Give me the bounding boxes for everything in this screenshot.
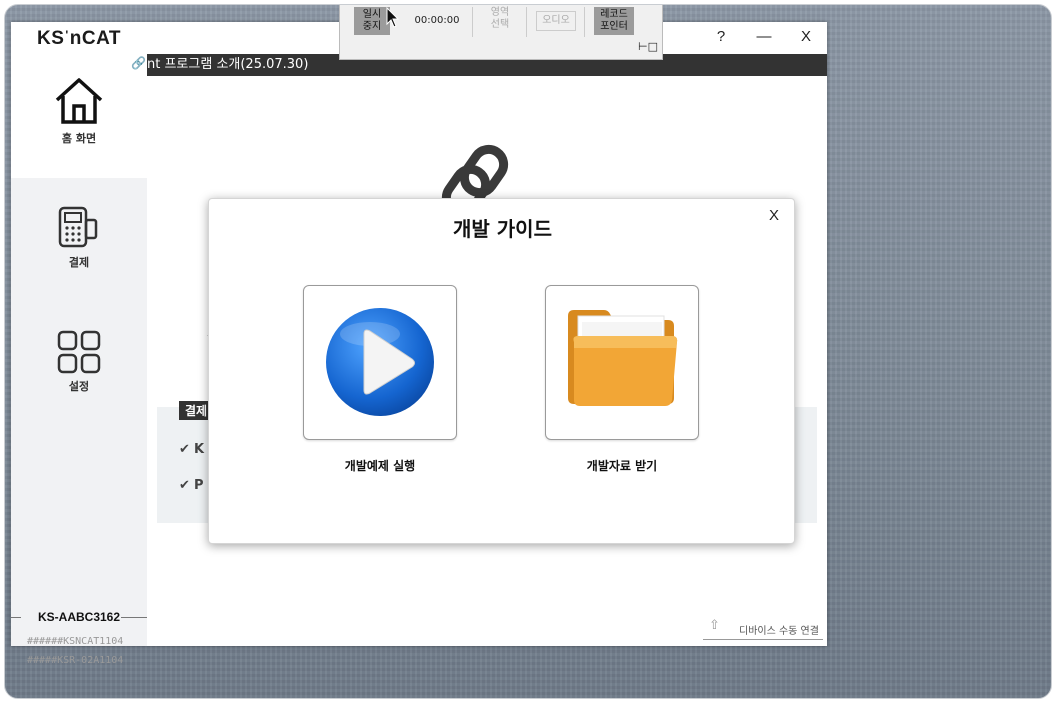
pause-label: 일시 중지 — [362, 9, 382, 32]
dialog-close-button[interactable]: X — [769, 207, 779, 224]
desktop-background: KS'nCAT ? — X 홈 화면 결제 설정 KS-AABC3162 ###… — [4, 4, 1052, 699]
run-example-label: 개발예제 실행 — [344, 459, 416, 473]
divider — [584, 7, 585, 37]
recorder-toolbar: 일시 중지 00:00:00 영역 선택 오디오 레코드 포인터 ⊢□ — [339, 5, 663, 60]
check-item: ✔ K — [179, 442, 205, 457]
download-resources-card[interactable] — [545, 285, 699, 440]
sidebar-item-settings[interactable]: 설정 — [11, 330, 147, 454]
sidebar-item-label: 결제 — [68, 256, 90, 269]
device-link-label: 디바이스 수동 연결 — [739, 626, 819, 637]
divider — [472, 7, 473, 37]
audio-button[interactable]: 오디오 — [536, 11, 576, 31]
run-example-card[interactable] — [303, 285, 457, 440]
device-manual-connect-link[interactable]: ⇧ 디바이스 수동 연결 — [703, 618, 823, 640]
recording-timer: 00:00:00 — [414, 15, 460, 26]
divider — [526, 7, 527, 37]
folder-icon — [568, 310, 678, 406]
sidebar-item-home[interactable]: 홈 화면 — [11, 54, 147, 178]
payment-terminal-icon — [58, 206, 98, 248]
sidebar-item-label: 설정 — [68, 380, 90, 393]
dev-guide-dialog: 개발 가이드 X 개발예제 실행 개발자료 받기 — [208, 198, 795, 544]
logo-left: KS — [37, 28, 65, 49]
grid-icon — [57, 330, 101, 374]
logo-tick: ' — [65, 28, 69, 42]
sidebar-item-label: 홈 화면 — [61, 132, 97, 145]
close-button[interactable]: X — [794, 28, 818, 45]
home-icon — [55, 78, 103, 124]
logo-right: nCAT — [69, 28, 122, 49]
sidebar-item-payment[interactable]: 결제 — [11, 202, 147, 326]
play-icon — [326, 308, 434, 416]
pause-button[interactable]: 일시 중지 — [354, 7, 390, 35]
mouse-cursor-icon — [386, 7, 400, 28]
check-item-label: K — [194, 442, 205, 457]
divider — [121, 617, 147, 618]
app-logo: KS'nCAT — [37, 28, 121, 50]
dialog-title: 개발 가이드 — [453, 217, 552, 241]
record-pointer-button[interactable]: 레코드 포인터 — [594, 7, 634, 35]
arrow-up-icon: ⇧ — [709, 618, 720, 633]
minimize-button[interactable]: — — [752, 28, 776, 45]
link-icon: 🔗 — [131, 56, 146, 70]
pin-icon[interactable]: ⊢□ — [638, 41, 658, 53]
help-button[interactable]: ? — [709, 28, 733, 45]
sidebar: 홈 화면 결제 설정 KS-AABC3162 ######KSNCAT1104 … — [11, 54, 147, 666]
version-text: ######KSNCAT1104 — [27, 636, 124, 647]
check-item: ✔ P — [179, 478, 204, 493]
download-resources-label: 개발자료 받기 — [586, 459, 658, 473]
version-text: #####KSR-02A1104 — [27, 655, 124, 666]
area-select-button[interactable]: 영역 선택 — [482, 7, 518, 31]
check-item-label: P — [194, 478, 204, 493]
notice-text: nt 프로그램 소개(25.07.30) — [147, 57, 309, 72]
